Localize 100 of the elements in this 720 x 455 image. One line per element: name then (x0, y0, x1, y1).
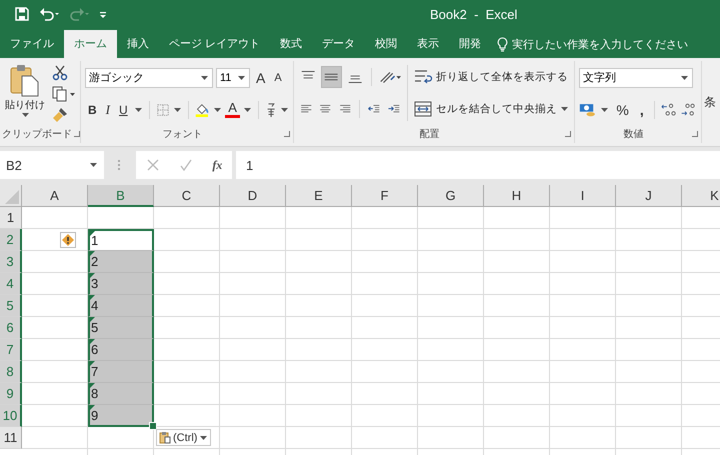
column-header[interactable]: D (220, 185, 286, 207)
dialog-launcher-icon[interactable] (284, 131, 290, 137)
row-header[interactable]: 11 (0, 427, 22, 449)
row-header[interactable]: 4 (0, 273, 22, 295)
dropdown-arrow-icon (201, 76, 208, 80)
dropdown-arrow-icon[interactable] (601, 108, 608, 112)
save-icon[interactable] (14, 6, 30, 22)
row-header[interactable]: 3 (0, 251, 22, 273)
group-label: 配置 (418, 128, 440, 141)
name-box[interactable]: B2 (0, 151, 104, 179)
dropdown-arrow-icon[interactable] (214, 108, 222, 112)
dialog-launcher-icon[interactable] (565, 131, 571, 137)
font-size-dropdown[interactable]: 11 (216, 68, 250, 88)
ribbon-tab[interactable]: 校閲 (365, 30, 408, 58)
conditional-formatting-label[interactable]: 条 (704, 94, 716, 110)
merge-center-button[interactable]: セルを結合して中央揃え (413, 100, 569, 118)
wrap-text-button[interactable]: 折り返して全体を表示する (413, 68, 569, 86)
column-header[interactable]: B (88, 185, 154, 207)
selected-cell[interactable]: 7 (88, 361, 154, 383)
dropdown-arrow-icon[interactable] (134, 108, 142, 112)
tell-me-field[interactable]: 実行したい作業を入力してください (491, 30, 688, 58)
row-header[interactable]: 2 (0, 229, 22, 251)
font-color-button[interactable]: A (225, 101, 240, 118)
column-header[interactable]: G (418, 185, 484, 207)
ribbon-tab[interactable]: ページ レイアウト (159, 30, 270, 58)
row-header[interactable]: 8 (0, 361, 22, 383)
column-header[interactable]: C (154, 185, 220, 207)
ribbon-tab[interactable]: 開発 (449, 30, 492, 58)
ribbon-tab[interactable]: ホーム (64, 30, 117, 58)
cell-value: 9 (90, 408, 98, 422)
row-header[interactable]: 6 (0, 317, 22, 339)
selected-cell[interactable]: 3 (88, 273, 154, 295)
fill-handle[interactable] (149, 422, 157, 430)
cancel-icon (146, 158, 160, 172)
cell-value: 3 (90, 276, 98, 291)
dropdown-arrow-icon (200, 436, 208, 440)
dropdown-arrow-icon[interactable] (174, 108, 181, 112)
selected-cell[interactable]: 8 (88, 383, 154, 405)
ribbon-tab[interactable]: 数式 (270, 30, 312, 58)
row-header[interactable]: 9 (0, 383, 22, 405)
copy-icon[interactable] (52, 86, 76, 102)
row-header[interactable]: 10 (0, 405, 22, 427)
active-cell[interactable]: 1 (88, 229, 154, 251)
dropdown-arrow-icon (681, 76, 688, 80)
paste-button[interactable]: 貼り付け (4, 61, 46, 125)
splitter-handle[interactable] (118, 160, 122, 170)
row-header[interactable]: 5 (0, 295, 22, 317)
window-title: Book2 - Excel (430, 6, 518, 22)
selected-cell[interactable]: 5 (88, 317, 154, 339)
paste-options-button[interactable]: (Ctrl) (156, 429, 212, 446)
cell-value: 6 (90, 342, 98, 357)
clipboard-icon (10, 63, 40, 97)
format-painter-icon[interactable] (52, 106, 68, 123)
column-header[interactable]: K (682, 185, 720, 207)
dialog-launcher-icon[interactable] (692, 131, 698, 137)
select-all-icon (5, 190, 19, 204)
align-middle-icon[interactable] (321, 66, 342, 88)
dropdown-arrow-icon (22, 113, 28, 117)
underline-button[interactable]: U (116, 102, 131, 116)
ribbon-tab[interactable]: データ (312, 30, 366, 58)
cell-value: 2 (90, 254, 98, 269)
font-name-dropdown[interactable]: 游ゴシック (85, 68, 213, 88)
selected-cell[interactable]: 2 (88, 251, 154, 273)
bold-button[interactable]: B (85, 102, 100, 116)
selected-cell[interactable]: 4 (88, 295, 154, 317)
dropdown-arrow-icon[interactable] (280, 108, 288, 112)
column-header[interactable]: F (352, 185, 418, 207)
column-header[interactable]: J (616, 185, 682, 207)
percent-style-button[interactable]: % (612, 102, 633, 118)
group-label: クリップボード (2, 128, 72, 141)
dropdown-arrow-icon (90, 163, 97, 167)
phonetic-guide-icon[interactable] (264, 100, 277, 118)
selected-cell[interactable]: 6 (88, 339, 154, 361)
shrink-font-button[interactable]: A (271, 72, 285, 84)
column-header[interactable]: A (22, 185, 88, 207)
number-format-dropdown[interactable]: 文字列 (579, 68, 693, 88)
comma-style-button[interactable]: , (636, 102, 648, 118)
check-icon (178, 158, 193, 172)
row-header[interactable]: 1 (0, 207, 22, 229)
selected-cell[interactable]: 9 (88, 405, 154, 427)
column-header[interactable]: E (286, 185, 352, 207)
ribbon-tab[interactable]: 表示 (407, 30, 450, 58)
dropdown-arrow-icon[interactable] (244, 108, 251, 112)
grow-font-button[interactable]: A (253, 70, 268, 86)
dropdown-arrow-icon (561, 107, 568, 111)
row-header[interactable]: 7 (0, 339, 22, 361)
cell-value: 8 (90, 386, 98, 401)
ribbon-tab[interactable]: 挿入 (117, 30, 159, 58)
column-header[interactable]: H (484, 185, 550, 207)
italic-button[interactable]: I (102, 102, 114, 118)
ribbon-tab[interactable]: ファイル (0, 30, 64, 58)
dialog-launcher-icon[interactable] (74, 131, 80, 137)
scissors-icon[interactable] (52, 65, 68, 82)
error-warning-icon[interactable] (60, 232, 76, 248)
formula-input[interactable]: 1 (236, 151, 720, 179)
clipboard-icon (159, 431, 171, 444)
undo-icon[interactable] (38, 6, 60, 22)
insert-function-button[interactable]: fx (212, 158, 222, 172)
column-header[interactable]: I (550, 185, 616, 207)
group-label: 数値 (622, 128, 644, 141)
